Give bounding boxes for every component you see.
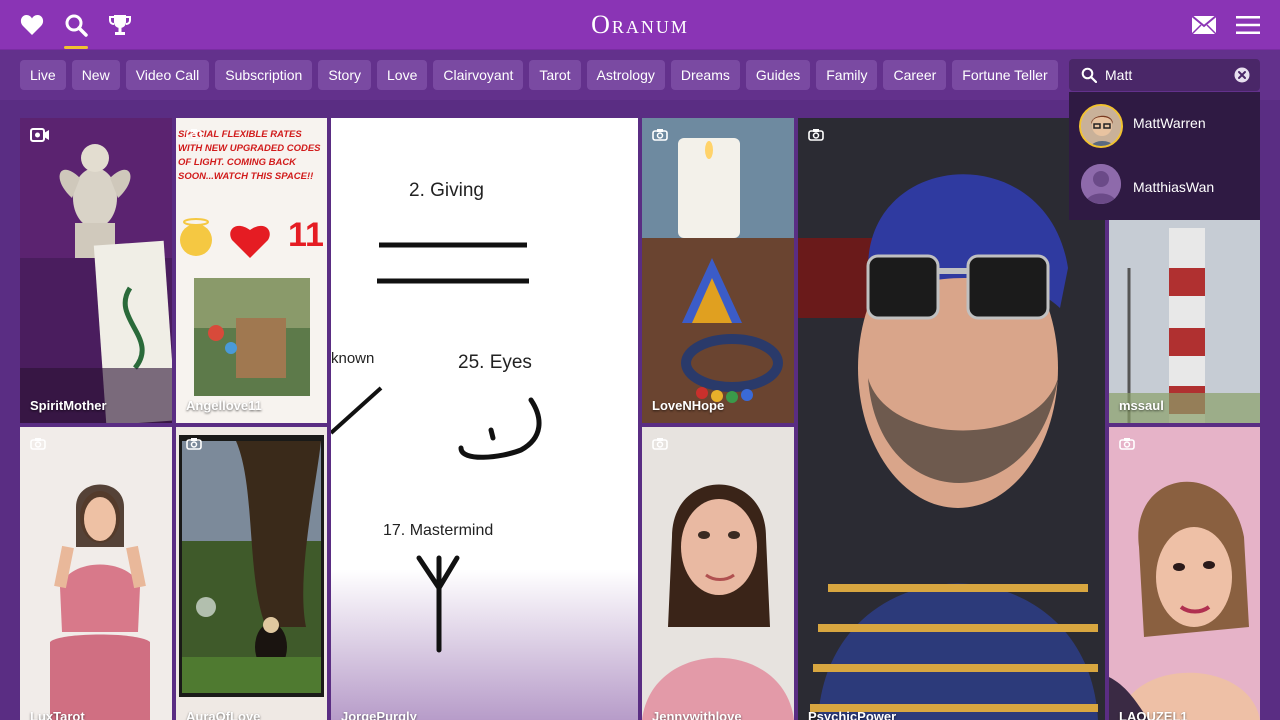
category-love[interactable]: Love <box>377 60 428 90</box>
category-story[interactable]: Story <box>318 60 371 90</box>
top-bar: Oranum <box>0 0 1280 50</box>
psychic-name: LAOUZEL1 <box>1119 709 1188 720</box>
psychic-name: JorgePurgly <box>341 709 417 720</box>
category-dreams[interactable]: Dreams <box>670 60 740 90</box>
psychic-tile[interactable]: LoveNHope <box>642 118 794 423</box>
logo-text: Oranum <box>591 10 689 39</box>
tile-thumbnail <box>331 118 638 720</box>
category-family[interactable]: Family <box>816 60 878 90</box>
psychic-tile[interactable]: 2. Giving known 25. Eyes 17. Mastermind … <box>331 118 638 720</box>
psychic-tile[interactable]: Jennywithlove <box>642 427 794 720</box>
category-chips: Live New Video Call Subscription Story L… <box>20 60 1062 90</box>
psychic-name: LuxTarot <box>30 709 85 720</box>
avatar <box>1079 104 1123 148</box>
psychic-name: SpiritMother <box>30 398 107 413</box>
search-result-item[interactable]: MattWarren <box>1069 92 1260 156</box>
tile-thumbnail <box>798 118 1105 720</box>
camera-icon <box>808 128 824 146</box>
drawing-label: 25. Eyes <box>458 352 532 373</box>
drawing-label: known <box>331 350 375 367</box>
camera-icon <box>652 128 668 146</box>
menu-icon[interactable] <box>1235 12 1261 38</box>
category-tarot[interactable]: Tarot <box>529 60 581 90</box>
tile-thumbnail <box>20 427 172 720</box>
search-results-dropdown: MattWarren MatthiasWan <box>1069 92 1260 220</box>
psychic-name: AuraOfLove <box>186 709 261 720</box>
psychic-name: LoveNHope <box>652 398 725 413</box>
avatar-placeholder <box>1081 164 1121 204</box>
search-input[interactable] <box>1105 63 1225 87</box>
tile-thumbnail <box>20 118 172 423</box>
category-guides[interactable]: Guides <box>745 60 811 90</box>
category-video-call[interactable]: Video Call <box>125 60 210 90</box>
clear-search-icon[interactable] <box>1234 67 1250 88</box>
psychic-name: Jennywithlove <box>652 709 742 720</box>
search-result-name: MatthiasWan <box>1133 179 1215 195</box>
trophy-icon[interactable] <box>107 12 133 38</box>
search-result-item[interactable]: MatthiasWan <box>1069 156 1260 220</box>
drawing-label: 17. Mastermind <box>383 522 494 539</box>
category-new[interactable]: New <box>71 60 120 90</box>
camera-icon <box>1119 437 1135 455</box>
search-result-name: MattWarren <box>1133 115 1206 131</box>
tile-thumbnail <box>1109 427 1260 720</box>
psychic-tile[interactable]: SPECIAL FLEXIBLE RATES WITH NEW UPGRADED… <box>176 118 327 423</box>
psychic-tile[interactable]: PsychicPower <box>798 118 1105 720</box>
number-label: 11 <box>288 216 324 254</box>
category-fortune-teller[interactable]: Fortune Teller <box>952 60 1058 90</box>
psychic-tile[interactable]: LuxTarot <box>20 427 172 720</box>
camera-icon <box>30 437 46 455</box>
active-tab-indicator <box>64 46 88 49</box>
psychic-name: Angellove11 <box>186 398 262 413</box>
tile-thumbnail <box>642 427 794 720</box>
category-career[interactable]: Career <box>883 60 947 90</box>
search-field-icon <box>1081 67 1098 88</box>
psychic-tile[interactable]: LAOUZEL1 <box>1109 427 1260 720</box>
category-subscription[interactable]: Subscription <box>215 60 313 90</box>
camera-icon <box>652 437 668 455</box>
drawing-label: 2. Giving <box>409 180 484 201</box>
category-clairvoyant[interactable]: Clairvoyant <box>433 60 524 90</box>
search-icon[interactable] <box>63 12 89 38</box>
psychic-name: PsychicPower <box>808 709 897 720</box>
heart-icon[interactable] <box>19 12 45 38</box>
oranum-logo[interactable]: Oranum <box>0 10 1280 40</box>
psychic-tile[interactable]: AuraOfLove <box>176 427 327 720</box>
psychic-tile[interactable]: SpiritMother <box>20 118 172 423</box>
category-live[interactable]: Live <box>20 60 66 90</box>
video-camera-icon <box>30 128 50 147</box>
search-box <box>1069 59 1260 91</box>
camera-icon <box>186 128 202 146</box>
tile-thumbnail <box>642 118 794 423</box>
psychic-name: mssaul <box>1119 398 1164 413</box>
tile-thumbnail <box>176 427 327 720</box>
category-astrology[interactable]: Astrology <box>586 60 665 90</box>
camera-icon <box>186 437 202 455</box>
mail-icon[interactable] <box>1191 12 1217 38</box>
